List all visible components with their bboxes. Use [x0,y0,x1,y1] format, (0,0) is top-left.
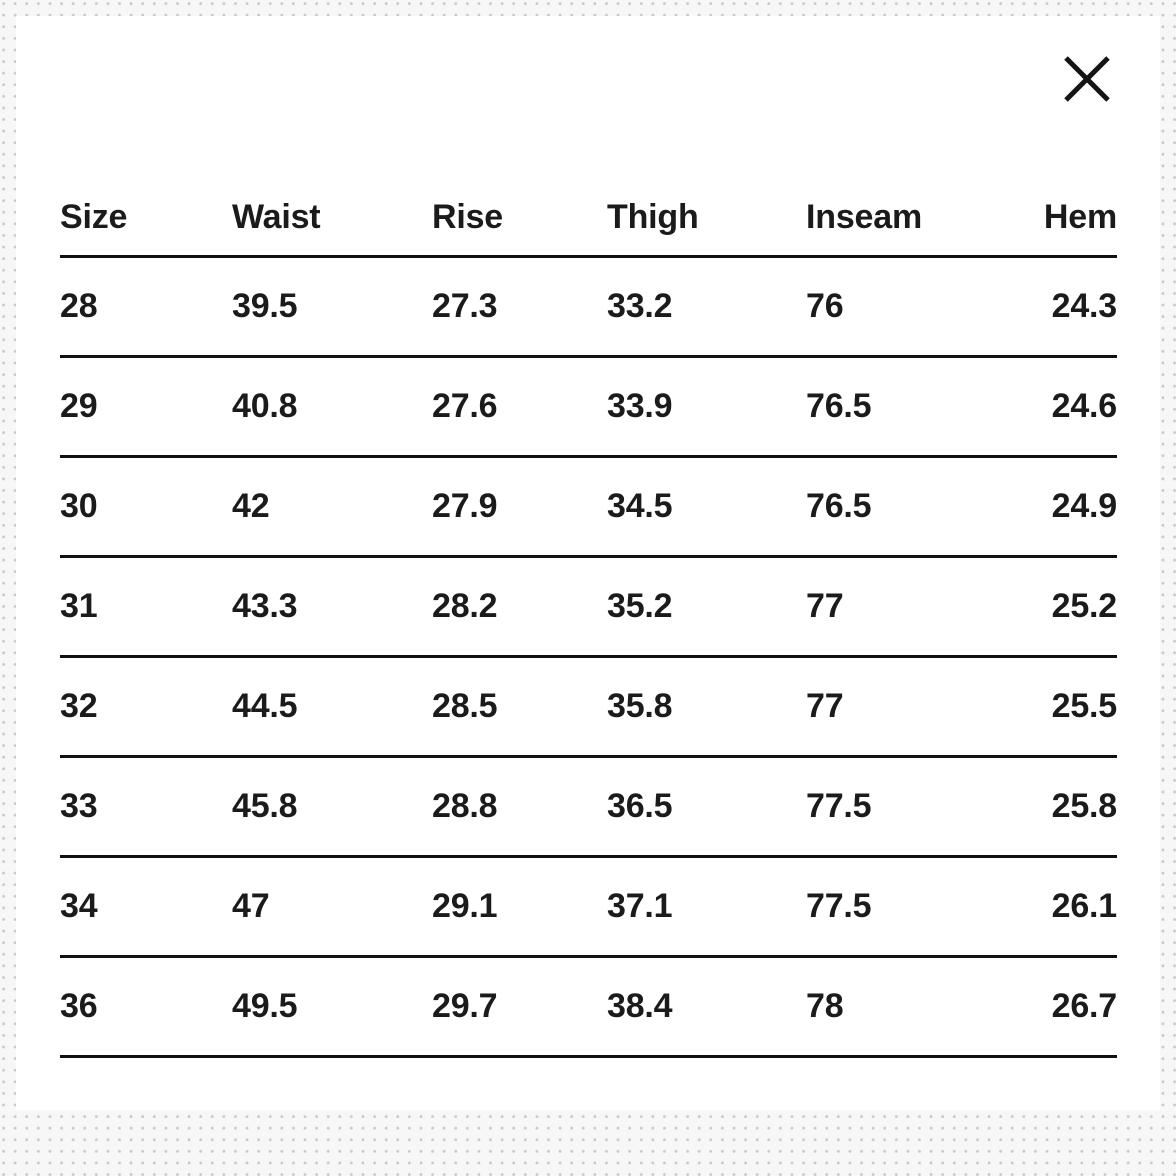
cell-inseam: 77 [806,687,844,725]
cell-size: 36 [60,987,98,1025]
column-header-inseam: Inseam [806,198,922,236]
cell-size: 34 [60,887,98,925]
column-header-thigh: Thigh [607,198,699,236]
cell-waist: 40.8 [232,387,298,425]
cell-size: 33 [60,787,98,825]
cell-thigh: 35.2 [607,587,673,625]
table-row: 28 39.5 27.3 33.2 76 24.3 [60,256,1117,356]
column-header-size: Size [60,198,128,236]
cell-hem: 26.1 [1051,887,1118,925]
cell-inseam: 76.5 [806,387,872,425]
cell-rise: 27.6 [432,387,498,425]
cell-hem: 24.6 [1051,387,1118,425]
close-button[interactable] [1055,47,1119,111]
cell-inseam: 76.5 [806,487,872,525]
size-chart-table-wrapper: Size Waist Rise Thigh Inseam Hem 28 39.5… [60,184,1117,1058]
close-x-icon [1061,53,1113,105]
table-row: 33 45.8 28.8 36.5 77.5 25.8 [60,756,1117,856]
table-header-row: Size Waist Rise Thigh Inseam Hem [60,184,1117,256]
cell-size: 30 [60,487,98,525]
table-header: Size Waist Rise Thigh Inseam Hem [60,184,1117,256]
table-row: 34 47 29.1 37.1 77.5 26.1 [60,856,1117,956]
cell-rise: 28.5 [432,687,498,725]
cell-thigh: 36.5 [607,787,673,825]
table-row: 30 42 27.9 34.5 76.5 24.9 [60,456,1117,556]
cell-size: 31 [60,587,98,625]
cell-waist: 49.5 [232,987,298,1025]
cell-waist: 43.3 [232,587,298,625]
column-header-hem: Hem [1043,198,1117,236]
cell-rise: 27.9 [432,487,498,525]
cell-hem: 24.3 [1051,287,1118,325]
cell-thigh: 38.4 [607,987,673,1025]
column-header-rise: Rise [432,198,504,236]
size-chart-table: Size Waist Rise Thigh Inseam Hem 28 39.5… [60,184,1117,1058]
cell-inseam: 76 [806,287,844,325]
cell-thigh: 34.5 [607,487,673,525]
cell-thigh: 33.9 [607,387,673,425]
table-row: 29 40.8 27.6 33.9 76.5 24.6 [60,356,1117,456]
cell-waist: 47 [232,887,270,925]
cell-hem: 25.5 [1051,687,1118,725]
cell-waist: 42 [232,487,270,525]
table-row: 32 44.5 28.5 35.8 77 25.5 [60,656,1117,756]
cell-waist: 39.5 [232,287,298,325]
cell-hem: 25.2 [1051,587,1118,625]
size-chart-modal: Size Waist Rise Thigh Inseam Hem 28 39.5… [16,16,1160,1110]
cell-rise: 28.8 [432,787,498,825]
cell-size: 29 [60,387,98,425]
cell-rise: 27.3 [432,287,498,325]
cell-size: 28 [60,287,98,325]
cell-thigh: 35.8 [607,687,673,725]
cell-rise: 29.1 [432,887,498,925]
table-row: 36 49.5 29.7 38.4 78 26.7 [60,956,1117,1056]
cell-inseam: 77.5 [806,787,872,825]
cell-size: 32 [60,687,98,725]
cell-inseam: 77 [806,587,844,625]
cell-waist: 45.8 [232,787,298,825]
cell-rise: 28.2 [432,587,498,625]
column-header-waist: Waist [232,198,321,236]
cell-thigh: 33.2 [607,287,673,325]
cell-thigh: 37.1 [607,887,673,925]
cell-inseam: 78 [806,987,844,1025]
table-row: 31 43.3 28.2 35.2 77 25.2 [60,556,1117,656]
cell-waist: 44.5 [232,687,298,725]
cell-hem: 25.8 [1051,787,1118,825]
table-body: 28 39.5 27.3 33.2 76 24.3 29 40.8 27.6 3… [60,256,1117,1056]
cell-hem: 26.7 [1051,987,1118,1025]
cell-rise: 29.7 [432,987,498,1025]
cell-hem: 24.9 [1051,487,1118,525]
cell-inseam: 77.5 [806,887,872,925]
